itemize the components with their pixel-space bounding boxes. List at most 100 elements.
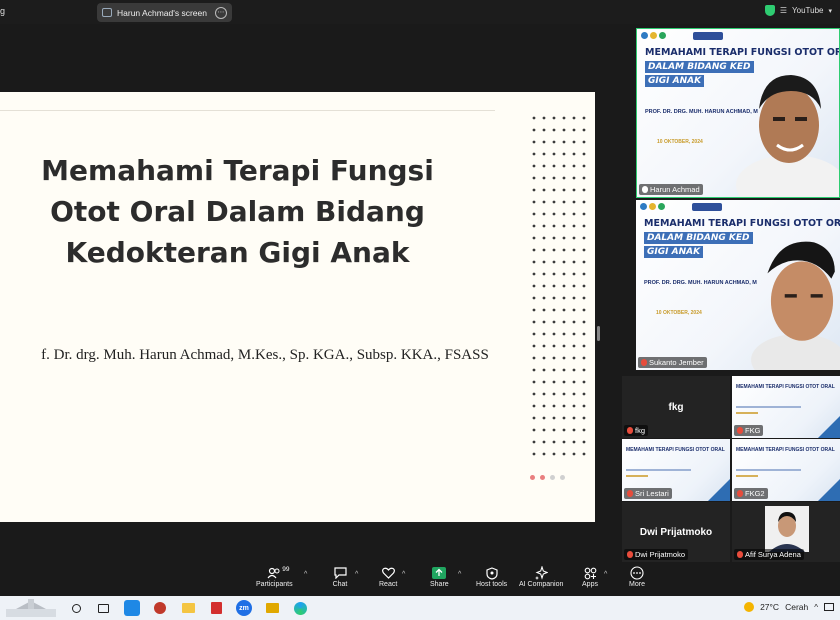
chevron-up-icon[interactable]: ^ [355,571,358,578]
decorative-dot [582,236,586,240]
decorative-dot [572,164,576,168]
decorative-dot [562,248,566,252]
decorative-dot [562,392,566,396]
decorative-dot [582,116,586,120]
more-options-icon[interactable]: ⋯ [215,6,227,19]
video-tile-FKG2[interactable]: MEMAHAMI TERAPI FUNGSI OTOT ORAL FKG2 [732,439,840,501]
chevron-up-icon[interactable]: ^ [402,571,405,578]
chevron-up-icon[interactable]: ^ [304,571,307,578]
decorative-dot [572,152,576,156]
decorative-dot [572,212,576,216]
decorative-dot [552,416,556,420]
decorative-dot [532,404,536,408]
decorative-dot [572,440,576,444]
slide-author: f. Dr. drg. Muh. Harun Achmad, M.Kes., S… [41,347,489,363]
decorative-dot [552,152,556,156]
decorative-dot [582,320,586,324]
decorative-dot [542,392,546,396]
decorative-dot [572,452,576,456]
zoom-app-icon[interactable]: zm [236,600,252,616]
decorative-dot [562,116,566,120]
decorative-dot [552,176,556,180]
pager-dot[interactable] [540,475,545,480]
decorative-dot [562,260,566,264]
video-tile-sri-lestari[interactable]: MEMAHAMI TERAPI FUNGSI OTOT ORAL Sri Les… [622,439,730,501]
decorative-dot [552,368,556,372]
chevron-down-icon[interactable]: ▾ [828,7,832,15]
decorative-dot-grid [532,116,586,456]
decorative-dot [542,320,546,324]
decorative-dot [532,248,536,252]
apps-button[interactable]: Apps [582,566,598,588]
more-button[interactable]: More [629,566,645,588]
decorative-dot [582,356,586,360]
decorative-dot [532,452,536,456]
app-icon[interactable] [152,600,168,616]
decorative-dot [572,248,576,252]
pager-dot[interactable] [550,475,555,480]
pdf-icon[interactable] [208,600,224,616]
chevron-up-icon[interactable]: ^ [814,603,818,612]
mic-muted-icon [737,551,743,558]
file-explorer-icon[interactable] [180,600,196,616]
thumbnail-text: MEMAHAMI TERAPI FUNGSI OTOT ORAL [736,384,835,390]
edge-browser-icon[interactable] [292,600,308,616]
panel-resize-handle[interactable] [597,326,600,341]
decorative-dot [542,332,546,336]
decorative-dot [572,356,576,360]
video-tile-afif-surya-adena[interactable]: Afif Surya Adena [732,502,840,562]
decorative-dot [532,368,536,372]
weather-sun-icon[interactable] [744,602,755,612]
video-tile-sukanto[interactable]: MEMAHAMI TERAPI FUNGSI OTOT ORAL DALAM B… [636,200,840,370]
screen-share-indicator[interactable]: Harun Achmad's screen ⋯ [97,3,232,22]
decorative-dot [542,404,546,408]
mail-icon[interactable] [124,600,140,616]
chevron-up-icon[interactable]: ^ [604,571,607,578]
react-button[interactable]: React [379,566,397,588]
decorative-dot [562,332,566,336]
folder-icon[interactable] [264,600,280,616]
decorative-dot [532,260,536,264]
decorative-dot [542,248,546,252]
institution-logos [641,32,666,39]
pager-dot[interactable] [560,475,565,480]
decorative-dot [582,176,586,180]
decorative-dot [562,188,566,192]
share-button[interactable]: Share [430,566,449,588]
video-tile-FKG[interactable]: MEMAHAMI TERAPI FUNGSI OTOT ORAL FKG [732,376,840,438]
decorative-dot [562,404,566,408]
search-icon[interactable] [68,600,84,616]
decorative-dot [572,188,576,192]
decorative-dot [552,356,556,360]
ai-companion-button[interactable]: AI Companion [519,566,563,588]
video-tile-harun[interactable]: MEMAHAMI TERAPI FUNGSI OTOT ORAL DALAM B… [636,28,840,198]
chevron-up-icon[interactable]: ^ [458,571,461,578]
security-shield-icon[interactable] [764,5,775,16]
decorative-dot [572,368,576,372]
decorative-dot [582,152,586,156]
decorative-dot [582,212,586,216]
video-tile-dwi-prijatmoko[interactable]: Dwi Prijatmoko Dwi Prijatmoko [622,502,730,562]
decorative-dot [572,260,576,264]
decorative-dot [562,140,566,144]
taskbar-widget-icon[interactable] [6,599,56,617]
decorative-dot [562,440,566,444]
decorative-dot [542,200,546,204]
decorative-dot [582,440,586,444]
decorative-dot [532,308,536,312]
chat-button[interactable]: Chat [332,566,348,588]
video-tile-fkg[interactable]: fkg fkg [622,376,730,438]
participants-icon: 99 [266,566,290,580]
host-tools-button[interactable]: Host tools [476,566,507,588]
decorative-dot [532,296,536,300]
pager-dot[interactable] [530,475,535,480]
decorative-dot [562,212,566,216]
task-view-icon[interactable] [95,600,111,616]
participants-button[interactable]: 99 Participants [256,566,293,588]
chat-icon [332,566,348,580]
share-icon [431,566,447,580]
slide-pager [530,475,565,480]
participant-photo [765,506,809,552]
network-icon[interactable] [824,603,834,611]
decorative-dot [562,380,566,384]
